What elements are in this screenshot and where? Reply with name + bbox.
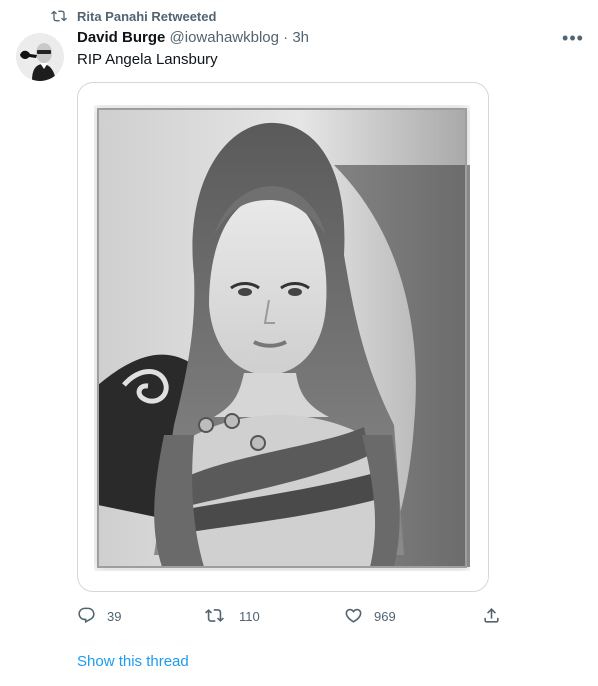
retweet-count: 110 [239, 609, 260, 624]
share-button[interactable] [482, 604, 506, 628]
share-icon [484, 608, 499, 623]
author-handle[interactable]: @iowahawkblog [170, 29, 279, 46]
like-count: 969 [374, 609, 396, 624]
more-icon[interactable]: ••• [560, 28, 586, 48]
heart-icon [345, 608, 362, 623]
avatar[interactable] [16, 33, 64, 81]
tweet-header: David Burge @iowahawkblog · 3h [77, 29, 309, 49]
retweet-context-text[interactable]: Rita Panahi Retweeted [77, 9, 216, 24]
reply-count: 39 [107, 609, 122, 624]
header-separator: · [283, 29, 289, 46]
show-thread-link[interactable]: Show this thread [77, 653, 189, 670]
avatar-image [16, 33, 64, 81]
retweet-button[interactable]: 110 [205, 604, 295, 628]
reply-button[interactable]: 39 [77, 604, 157, 628]
retweet-icon [51, 10, 67, 22]
reply-icon [78, 607, 95, 624]
tweet-actions: 39 110 969 [77, 604, 517, 628]
retweet-context: Rita Panahi Retweeted [0, 7, 400, 25]
author-display-name[interactable]: David Burge [77, 29, 165, 46]
portrait-photo [94, 105, 470, 571]
tweet[interactable]: Rita Panahi Retweeted David Burge @iowah… [0, 0, 598, 686]
tweet-text: RIP Angela Lansbury [77, 51, 218, 68]
like-button[interactable]: 969 [344, 604, 434, 628]
retweet-icon [205, 609, 224, 622]
tweet-timestamp[interactable]: 3h [292, 29, 309, 46]
tweet-media[interactable] [77, 82, 489, 592]
